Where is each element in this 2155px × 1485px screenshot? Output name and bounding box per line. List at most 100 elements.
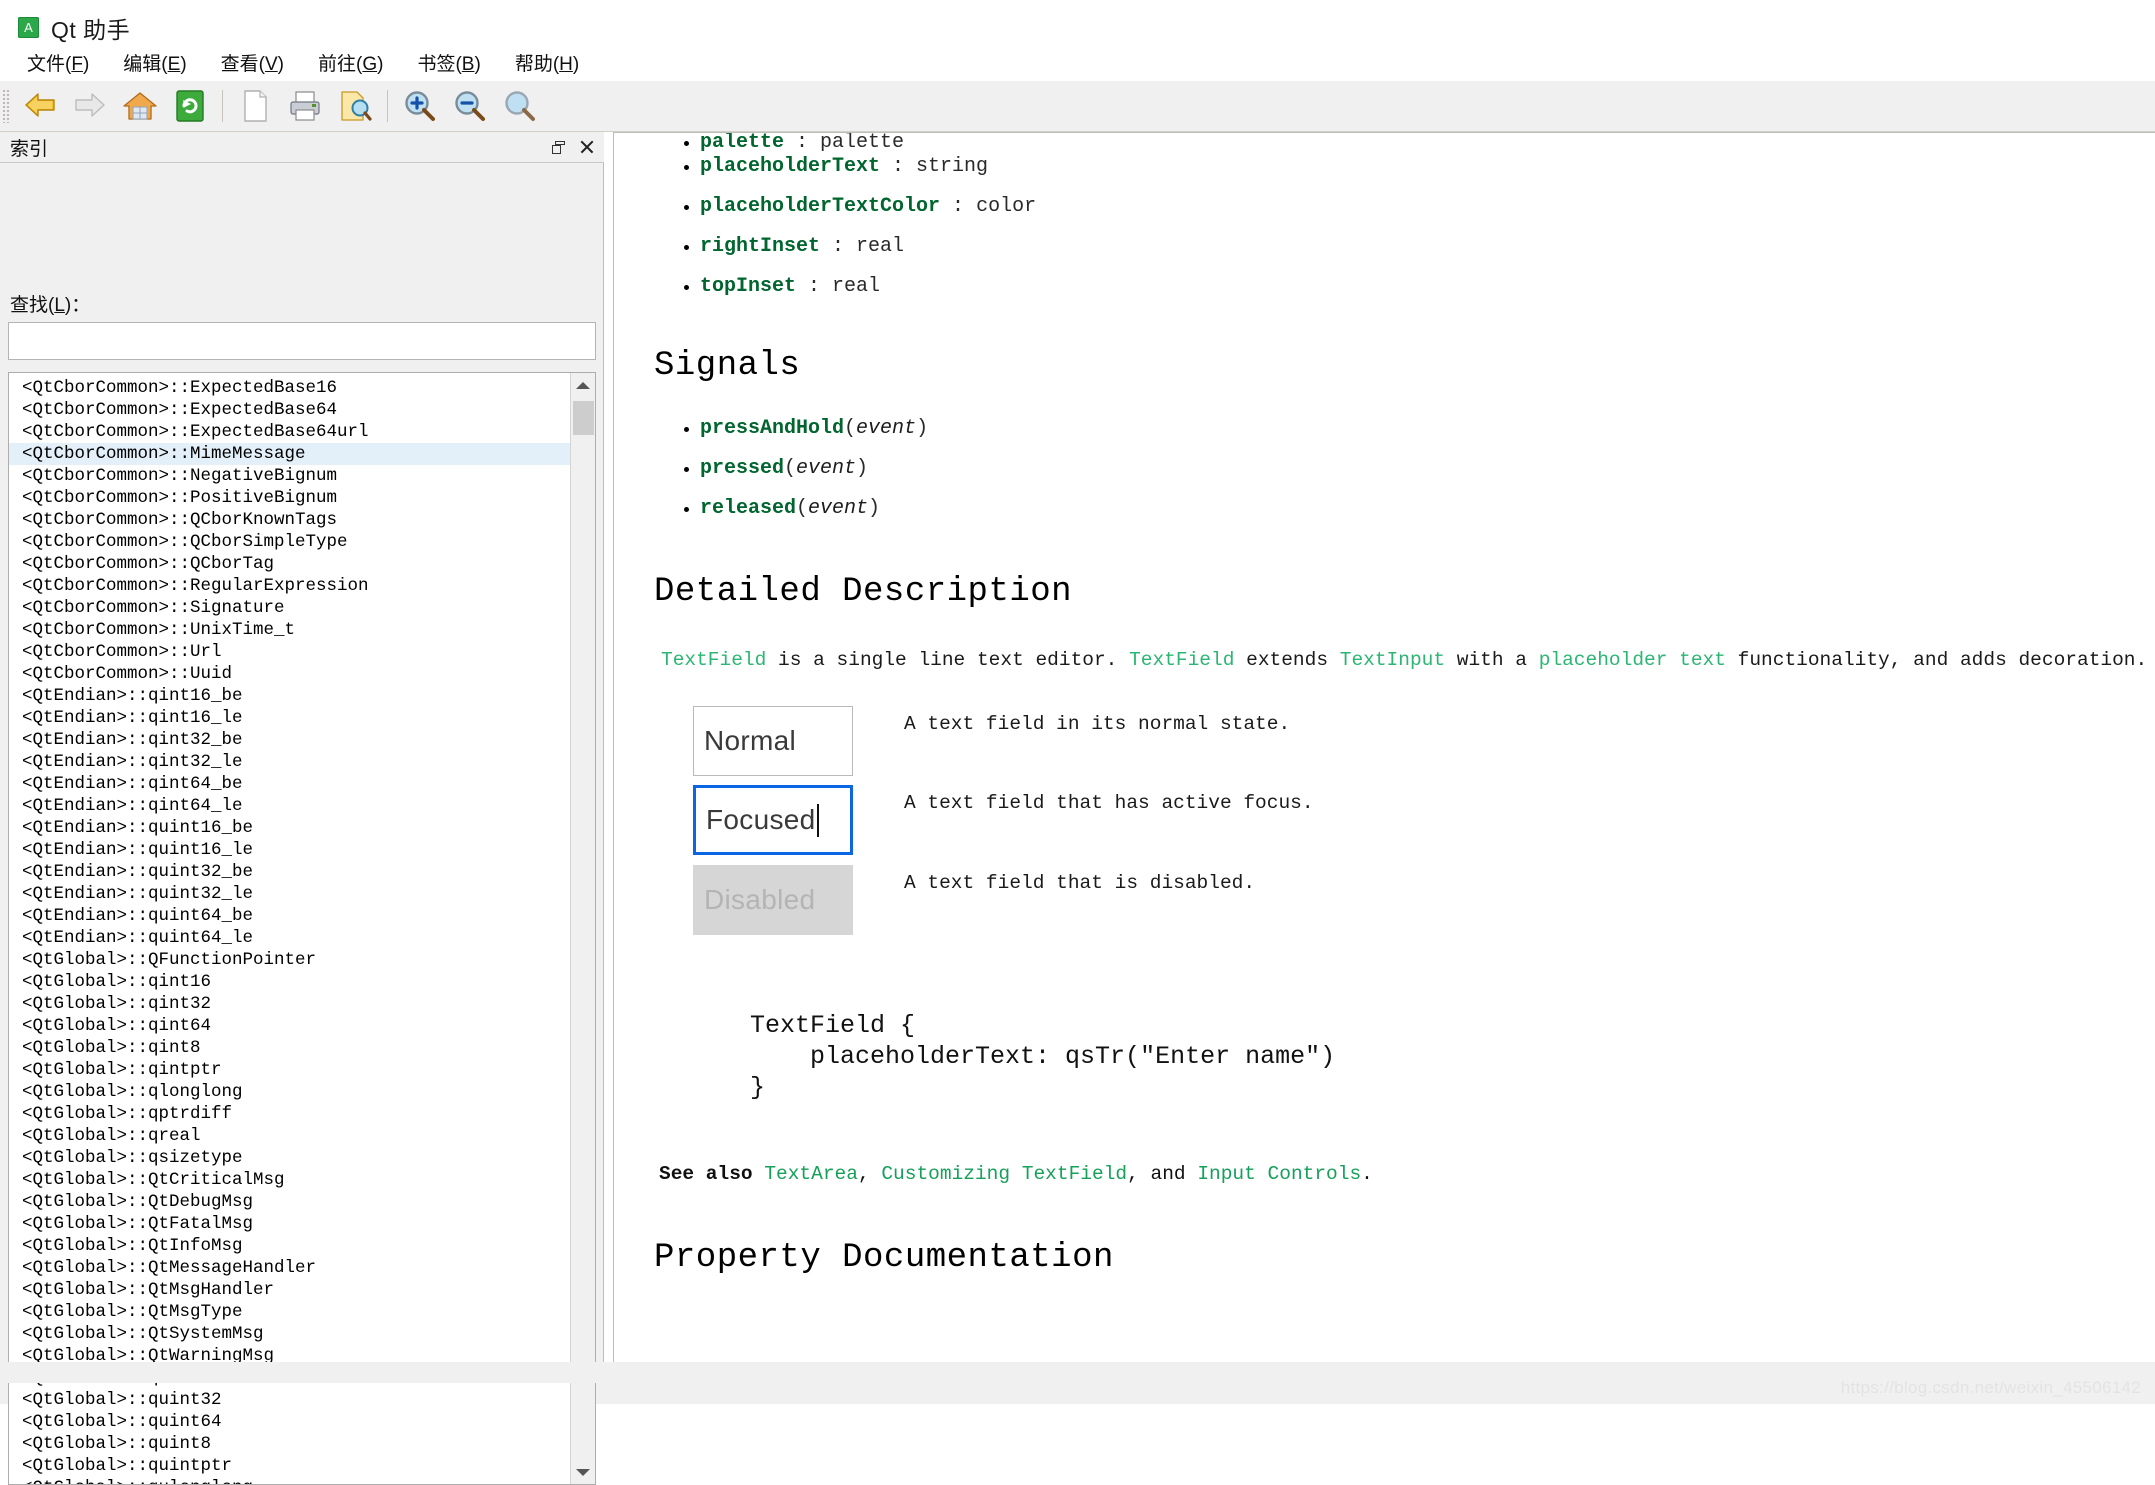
textfield-normal-value: Normal bbox=[704, 725, 796, 757]
property-item-placeholdertext[interactable]: placeholderText : string bbox=[654, 147, 2155, 187]
list-item[interactable]: <QtGlobal>::qintptr bbox=[9, 1059, 570, 1081]
list-item[interactable]: <QtGlobal>::QFunctionPointer bbox=[9, 949, 570, 971]
list-item[interactable]: <QtGlobal>::qlonglong bbox=[9, 1081, 570, 1103]
list-item[interactable]: <QtGlobal>::QtMsgHandler bbox=[9, 1279, 570, 1301]
list-item[interactable]: <QtGlobal>::qreal bbox=[9, 1125, 570, 1147]
index-list[interactable]: <QtCborCommon>::ExpectedBase16<QtCborCom… bbox=[8, 372, 596, 1485]
home-button[interactable] bbox=[117, 84, 163, 128]
link-textfield-1[interactable]: TextField bbox=[661, 649, 766, 671]
menu-help[interactable]: 帮助(H) bbox=[498, 45, 596, 80]
link-textarea[interactable]: TextArea bbox=[764, 1163, 858, 1185]
list-item[interactable]: <QtCborCommon>::Url bbox=[9, 641, 570, 663]
zoom-in-button[interactable] bbox=[397, 84, 443, 128]
list-item[interactable]: <QtEndian>::qint32_le bbox=[9, 751, 570, 773]
list-item[interactable]: <QtEndian>::qint64_be bbox=[9, 773, 570, 795]
menu-file[interactable]: 文件(F) bbox=[10, 45, 106, 80]
zoom-out-button[interactable] bbox=[447, 84, 493, 128]
property-name[interactable]: placeholderTextColor bbox=[700, 195, 940, 218]
link-textfield-2[interactable]: TextField bbox=[1129, 649, 1234, 671]
list-item[interactable]: <QtCborCommon>::UnixTime_t bbox=[9, 619, 570, 641]
menu-bookmarks[interactable]: 书签(B) bbox=[400, 45, 497, 80]
list-item[interactable]: <QtEndian>::qint32_be bbox=[9, 729, 570, 751]
list-item[interactable]: <QtGlobal>::quintptr bbox=[9, 1455, 570, 1477]
scroll-down-button[interactable] bbox=[571, 1460, 595, 1484]
signal-item-pressandhold[interactable]: pressAndHold(event) bbox=[654, 409, 2155, 449]
list-item[interactable]: <QtGlobal>::qint8 bbox=[9, 1037, 570, 1059]
list-item[interactable]: <QtEndian>::qint16_le bbox=[9, 707, 570, 729]
scroll-up-button[interactable] bbox=[571, 373, 595, 397]
list-item[interactable]: <QtGlobal>::qint32 bbox=[9, 993, 570, 1015]
toolbar-grip[interactable] bbox=[2, 89, 11, 123]
menu-view[interactable]: 查看(V) bbox=[204, 45, 301, 80]
list-item[interactable]: <QtCborCommon>::Signature bbox=[9, 597, 570, 619]
dock-float-button[interactable] bbox=[546, 135, 570, 159]
list-item[interactable]: <QtGlobal>::QtSystemMsg bbox=[9, 1323, 570, 1345]
list-item[interactable]: <QtCborCommon>::MimeMessage bbox=[9, 443, 570, 465]
list-item[interactable]: <QtCborCommon>::NegativeBignum bbox=[9, 465, 570, 487]
index-list-scrollbar[interactable] bbox=[570, 373, 595, 1484]
scrollbar-thumb[interactable] bbox=[573, 401, 594, 435]
signal-name[interactable]: pressAndHold bbox=[700, 417, 844, 440]
back-button[interactable] bbox=[17, 84, 63, 128]
list-item[interactable]: <QtEndian>::quint64_le bbox=[9, 927, 570, 949]
list-item[interactable]: <QtCborCommon>::ExpectedBase64url bbox=[9, 421, 570, 443]
menu-edit[interactable]: 编辑(E) bbox=[106, 45, 203, 80]
list-item[interactable]: <QtGlobal>::qulonglong bbox=[9, 1477, 570, 1484]
list-item[interactable]: <QtCborCommon>::PositiveBignum bbox=[9, 487, 570, 509]
documentation-view[interactable]: palette : palette placeholderText : stri… bbox=[613, 132, 2155, 1383]
list-item[interactable]: <QtCborCommon>::QCborTag bbox=[9, 553, 570, 575]
list-item[interactable]: <QtEndian>::quint32_le bbox=[9, 883, 570, 905]
list-item[interactable]: <QtGlobal>::QtInfoMsg bbox=[9, 1235, 570, 1257]
property-name[interactable]: placeholderText bbox=[700, 155, 880, 178]
list-item[interactable]: <QtGlobal>::QtFatalMsg bbox=[9, 1213, 570, 1235]
list-item[interactable]: <QtGlobal>::qptrdiff bbox=[9, 1103, 570, 1125]
dock-close-button[interactable] bbox=[574, 135, 598, 159]
link-textinput[interactable]: TextInput bbox=[1340, 649, 1445, 671]
list-item[interactable]: <QtGlobal>::quint64 bbox=[9, 1411, 570, 1433]
property-name[interactable]: topInset bbox=[700, 275, 796, 298]
menu-view-label: 查看 bbox=[221, 54, 259, 75]
sync-button[interactable] bbox=[167, 84, 213, 128]
signal-item-released[interactable]: released(event) bbox=[654, 489, 2155, 529]
list-item[interactable]: <QtCborCommon>::QCborKnownTags bbox=[9, 509, 570, 531]
print-preview-button[interactable] bbox=[332, 84, 378, 128]
list-item[interactable]: <QtGlobal>::qint16 bbox=[9, 971, 570, 993]
textfield-focused[interactable]: Focused bbox=[693, 785, 853, 855]
print-button[interactable] bbox=[282, 84, 328, 128]
list-item[interactable]: <QtGlobal>::QtDebugMsg bbox=[9, 1191, 570, 1213]
reset-zoom-button[interactable] bbox=[497, 84, 543, 128]
list-item[interactable]: <QtCborCommon>::RegularExpression bbox=[9, 575, 570, 597]
link-customizing-textfield[interactable]: Customizing TextField bbox=[881, 1163, 1127, 1185]
textfield-normal[interactable]: Normal bbox=[693, 706, 853, 776]
search-input[interactable] bbox=[8, 322, 596, 360]
list-item[interactable]: <QtEndian>::qint64_le bbox=[9, 795, 570, 817]
list-item[interactable]: <QtGlobal>::qsizetype bbox=[9, 1147, 570, 1169]
window-title: Qt 助手 bbox=[51, 11, 130, 45]
link-placeholder-text[interactable]: placeholder text bbox=[1539, 649, 1726, 671]
list-item[interactable]: <QtEndian>::quint16_le bbox=[9, 839, 570, 861]
list-item[interactable]: <QtEndian>::quint32_be bbox=[9, 861, 570, 883]
list-item[interactable]: <QtEndian>::quint16_be bbox=[9, 817, 570, 839]
property-item-topinset[interactable]: topInset : real bbox=[654, 267, 2155, 307]
list-item[interactable]: <QtGlobal>::QtMsgType bbox=[9, 1301, 570, 1323]
new-tab-button[interactable] bbox=[232, 84, 278, 128]
link-input-controls[interactable]: Input Controls bbox=[1197, 1163, 1361, 1185]
property-name[interactable]: rightInset bbox=[700, 235, 820, 258]
list-item[interactable]: <QtCborCommon>::ExpectedBase16 bbox=[9, 377, 570, 399]
signal-name[interactable]: pressed bbox=[700, 457, 784, 480]
menu-goto[interactable]: 前往(G) bbox=[301, 45, 400, 80]
property-item-placeholdertextcolor[interactable]: placeholderTextColor : color bbox=[654, 187, 2155, 227]
list-item[interactable]: <QtGlobal>::quint32 bbox=[9, 1389, 570, 1411]
list-item[interactable]: <QtGlobal>::quint8 bbox=[9, 1433, 570, 1455]
list-item[interactable]: <QtCborCommon>::Uuid bbox=[9, 663, 570, 685]
property-item-rightinset[interactable]: rightInset : real bbox=[654, 227, 2155, 267]
list-item[interactable]: <QtCborCommon>::ExpectedBase64 bbox=[9, 399, 570, 421]
list-item[interactable]: <QtEndian>::quint64_be bbox=[9, 905, 570, 927]
signal-item-pressed[interactable]: pressed(event) bbox=[654, 449, 2155, 489]
list-item[interactable]: <QtGlobal>::qint64 bbox=[9, 1015, 570, 1037]
list-item[interactable]: <QtGlobal>::QtMessageHandler bbox=[9, 1257, 570, 1279]
list-item[interactable]: <QtEndian>::qint16_be bbox=[9, 685, 570, 707]
list-item[interactable]: <QtGlobal>::QtCriticalMsg bbox=[9, 1169, 570, 1191]
signal-name[interactable]: released bbox=[700, 497, 796, 520]
list-item[interactable]: <QtCborCommon>::QCborSimpleType bbox=[9, 531, 570, 553]
